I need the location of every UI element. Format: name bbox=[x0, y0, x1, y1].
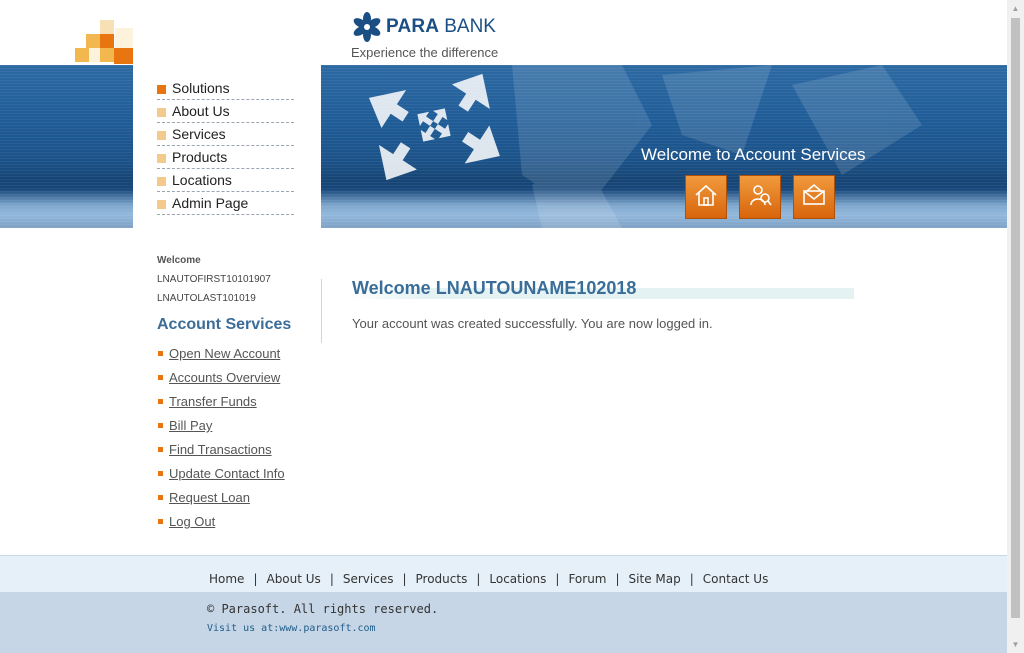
menu-bullet-icon bbox=[157, 200, 166, 209]
footer-link-contact-us[interactable]: Contact Us bbox=[703, 572, 769, 586]
link-bullet-icon bbox=[158, 375, 163, 380]
parabank-logo[interactable]: PARA BANK bbox=[352, 12, 496, 42]
menu-bullet-icon bbox=[157, 85, 166, 94]
menu-bullet-icon bbox=[157, 177, 166, 186]
about-icon bbox=[746, 181, 774, 214]
menu-item-label: Products bbox=[172, 149, 228, 165]
copyright-text: © Parasoft. All rights reserved. bbox=[207, 602, 439, 616]
link-bullet-icon bbox=[158, 423, 163, 428]
user-last-name: LNAUTOLAST101019 bbox=[157, 293, 256, 304]
page: PARA BANK Experience the difference Welc… bbox=[0, 0, 1007, 653]
link-label[interactable]: Find Transactions bbox=[169, 442, 272, 457]
link-label[interactable]: Log Out bbox=[169, 514, 215, 529]
footer-separator: | bbox=[615, 572, 620, 586]
scroll-down-arrow-icon[interactable]: ▼ bbox=[1009, 638, 1022, 651]
menu-item-about-us[interactable]: About Us bbox=[157, 100, 294, 123]
link-bullet-icon bbox=[158, 495, 163, 500]
footer-link-site-map[interactable]: Site Map bbox=[629, 572, 681, 586]
user-first-name: LNAUTOFIRST10101907 bbox=[157, 274, 271, 285]
menu-item-label: Admin Page bbox=[172, 195, 249, 211]
footer-separator: | bbox=[253, 572, 258, 586]
banner-welcome-text: Welcome to Account Services bbox=[641, 145, 866, 164]
account-services-heading: Account Services bbox=[157, 316, 292, 333]
link-bullet-icon bbox=[158, 351, 163, 356]
footer-separator: | bbox=[402, 572, 407, 586]
visit-line: Visit us at:www.parasoft.com bbox=[207, 623, 376, 634]
logo-squares-decoration bbox=[75, 20, 133, 64]
footer-link-about-us[interactable]: About Us bbox=[266, 572, 320, 586]
link-bullet-icon bbox=[158, 519, 163, 524]
contact-icon bbox=[800, 181, 828, 214]
footer-link-services[interactable]: Services bbox=[343, 572, 394, 586]
tagline: Experience the difference bbox=[351, 45, 499, 60]
footer-separator: | bbox=[329, 572, 334, 586]
footer-link-locations[interactable]: Locations bbox=[489, 572, 546, 586]
contact-button[interactable] bbox=[793, 175, 835, 219]
scroll-up-arrow-icon[interactable]: ▲ bbox=[1009, 2, 1022, 15]
menu-bullet-icon bbox=[157, 108, 166, 117]
home-icon bbox=[692, 181, 720, 214]
footer-separator: | bbox=[555, 572, 560, 586]
footer-bottom bbox=[0, 592, 1007, 653]
page-title: Welcome LNAUTOUNAME102018 bbox=[352, 278, 637, 298]
menu-item-label: About Us bbox=[172, 103, 230, 119]
column-divider bbox=[321, 279, 322, 343]
link-label[interactable]: Update Contact Info bbox=[169, 466, 285, 481]
parabank-logo-icon bbox=[352, 12, 382, 42]
footer-link-products[interactable]: Products bbox=[416, 572, 468, 586]
link-label[interactable]: Request Loan bbox=[169, 490, 250, 505]
about-button[interactable] bbox=[739, 175, 781, 219]
menu-item-services[interactable]: Services bbox=[157, 123, 294, 146]
footer-link-forum[interactable]: Forum bbox=[568, 572, 606, 586]
welcome-label: Welcome bbox=[157, 255, 201, 266]
link-label[interactable]: Open New Account bbox=[169, 346, 280, 361]
success-message: Your account was created successfully. Y… bbox=[352, 316, 713, 331]
footer-separator: | bbox=[476, 572, 481, 586]
link-bullet-icon bbox=[158, 447, 163, 452]
menu-item-solutions[interactable]: Solutions bbox=[157, 77, 294, 100]
home-button[interactable] bbox=[685, 175, 727, 219]
brand-name-bold: PARA bbox=[386, 16, 440, 37]
footer-separator: | bbox=[689, 572, 694, 586]
menu-item-admin-page[interactable]: Admin Page bbox=[157, 192, 294, 215]
link-bullet-icon bbox=[158, 471, 163, 476]
parasoft-link[interactable]: www.parasoft.com bbox=[279, 623, 375, 634]
link-label[interactable]: Accounts Overview bbox=[169, 370, 280, 385]
menu-item-label: Services bbox=[172, 126, 226, 142]
link-label[interactable]: Bill Pay bbox=[169, 418, 212, 433]
menu-bullet-icon bbox=[157, 131, 166, 140]
link-bullet-icon bbox=[158, 399, 163, 404]
brand-name-regular: BANK bbox=[444, 16, 496, 37]
footer-nav: Home | About Us | Services | Products | Location… bbox=[209, 572, 768, 586]
menu-item-locations[interactable]: Locations bbox=[157, 169, 294, 192]
menu-item-products[interactable]: Products bbox=[157, 146, 294, 169]
menu-item-label: Solutions bbox=[172, 80, 230, 96]
link-label[interactable]: Transfer Funds bbox=[169, 394, 257, 409]
menu-item-label: Locations bbox=[172, 172, 232, 188]
top-menu: Solutions About Us Services Products Loc… bbox=[133, 65, 321, 250]
scroll-thumb[interactable] bbox=[1011, 18, 1020, 618]
menu-bullet-icon bbox=[157, 154, 166, 163]
visit-prefix: Visit us at: bbox=[207, 623, 280, 634]
footer-link-home[interactable]: Home bbox=[209, 572, 244, 586]
